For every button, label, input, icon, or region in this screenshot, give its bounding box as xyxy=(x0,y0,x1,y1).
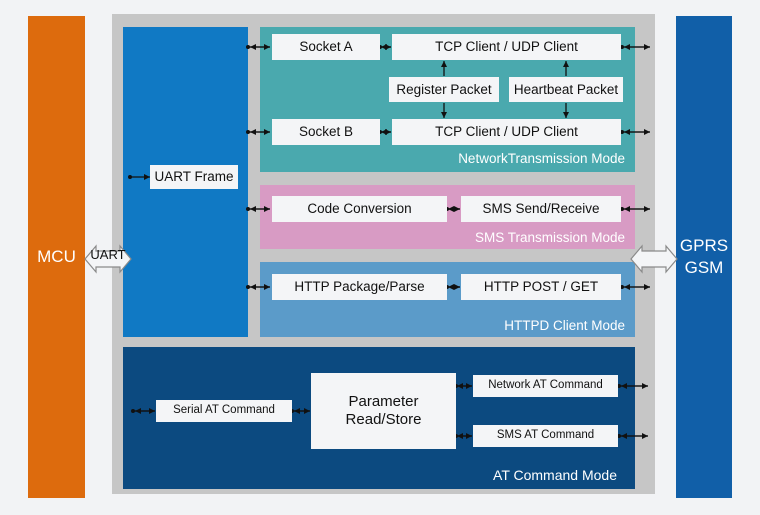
node-uart-frame: UART Frame xyxy=(150,165,238,189)
node-sms-send-receive: SMS Send/Receive xyxy=(461,196,621,222)
node-sms-at-command: SMS AT Command xyxy=(473,425,618,447)
node-parameter-read-store: Parameter Read/Store xyxy=(311,373,456,449)
node-serial-at-command: Serial AT Command xyxy=(156,400,292,422)
node-socket-a: Socket A xyxy=(272,34,380,60)
node-http-post-get: HTTP POST / GET xyxy=(461,274,621,300)
node-heartbeat-packet: Heartbeat Packet xyxy=(509,77,623,102)
node-http-package-parse: HTTP Package/Parse xyxy=(272,274,447,300)
node-tcp-client-top: TCP Client / UDP Client xyxy=(392,34,621,60)
node-network-at-command: Network AT Command xyxy=(473,375,618,397)
uart-bus-arrow-icon xyxy=(84,243,132,280)
radio-link-arrow-icon xyxy=(630,243,678,280)
node-register-packet: Register Packet xyxy=(389,77,499,102)
node-code-conversion: Code Conversion xyxy=(272,196,447,222)
node-tcp-client-bottom: TCP Client / UDP Client xyxy=(392,119,621,145)
node-socket-b: Socket B xyxy=(272,119,380,145)
